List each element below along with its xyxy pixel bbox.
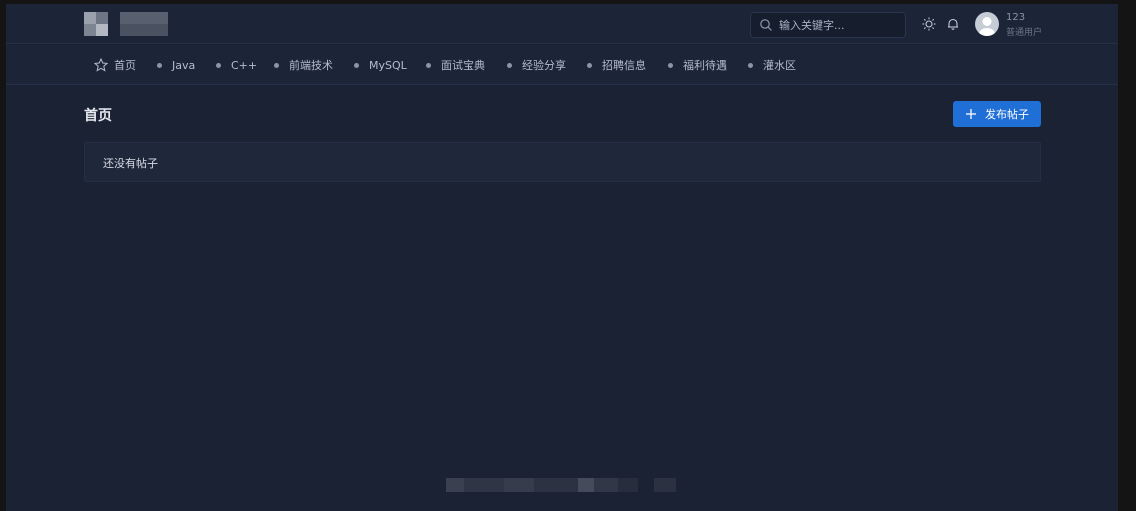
nav-item-experience[interactable]: 经验分享	[507, 45, 566, 85]
star-icon	[94, 58, 108, 72]
dot-icon	[668, 62, 673, 68]
user-role: 普通用户	[1006, 28, 1043, 38]
nav-item-mysql[interactable]: MySQL	[354, 45, 407, 85]
dot-icon	[507, 62, 512, 68]
nav-item-benefits[interactable]: 福利待遇	[668, 45, 727, 85]
search-box[interactable]	[750, 12, 906, 38]
dot-icon	[354, 62, 359, 68]
app-window: 123 普通用户 首页 Java C++ 前端技术 MySQL 面试宝典	[6, 4, 1118, 511]
new-post-button-label: 发布帖子	[985, 108, 1029, 121]
search-input[interactable]	[779, 16, 899, 34]
site-logo[interactable]	[84, 12, 168, 36]
nav-item-jobs[interactable]: 招聘信息	[587, 45, 646, 85]
nav-item-offtopic[interactable]: 灌水区	[748, 45, 796, 85]
user-avatar[interactable]	[975, 12, 999, 36]
search-icon	[760, 19, 772, 31]
nav-item-label: 面试宝典	[441, 59, 485, 72]
new-post-button[interactable]: 发布帖子	[953, 101, 1041, 127]
nav-item-label: C++	[231, 58, 258, 72]
footer-text-redacted	[446, 478, 676, 492]
empty-state-text: 还没有帖子	[103, 157, 158, 170]
empty-posts-card: 还没有帖子	[84, 142, 1041, 182]
dot-icon	[426, 62, 431, 68]
dot-icon	[274, 62, 279, 68]
dot-icon	[748, 62, 753, 68]
nav-item-java[interactable]: Java	[157, 45, 195, 85]
nav-item-frontend[interactable]: 前端技术	[274, 45, 333, 85]
page-title: 首页	[84, 108, 112, 124]
top-header: 123 普通用户	[6, 4, 1118, 44]
dot-icon	[587, 62, 592, 68]
nav-item-cpp[interactable]: C++	[216, 45, 257, 85]
nav-item-home[interactable]: 首页	[94, 45, 136, 85]
nav-item-label: 灌水区	[763, 59, 796, 72]
nav-item-label: Java	[172, 58, 196, 72]
dot-icon	[157, 62, 162, 68]
nav-item-interview[interactable]: 面试宝典	[426, 45, 485, 85]
nav-item-label: 前端技术	[289, 59, 333, 72]
user-name[interactable]: 123	[1006, 12, 1025, 23]
avatar-person-icon	[979, 17, 995, 36]
theme-sun-icon[interactable]	[922, 17, 936, 31]
nav-item-label: 招聘信息	[602, 59, 646, 72]
nav-item-label: 首页	[114, 59, 136, 72]
category-nav: 首页 Java C++ 前端技术 MySQL 面试宝典 经验分享 招聘信息 福利…	[6, 45, 1118, 85]
bell-icon[interactable]	[946, 17, 960, 31]
dot-icon	[216, 62, 221, 68]
nav-item-label: 福利待遇	[683, 59, 727, 72]
plus-icon	[966, 109, 976, 119]
nav-item-label: 经验分享	[522, 59, 566, 72]
nav-item-label: MySQL	[369, 58, 407, 72]
